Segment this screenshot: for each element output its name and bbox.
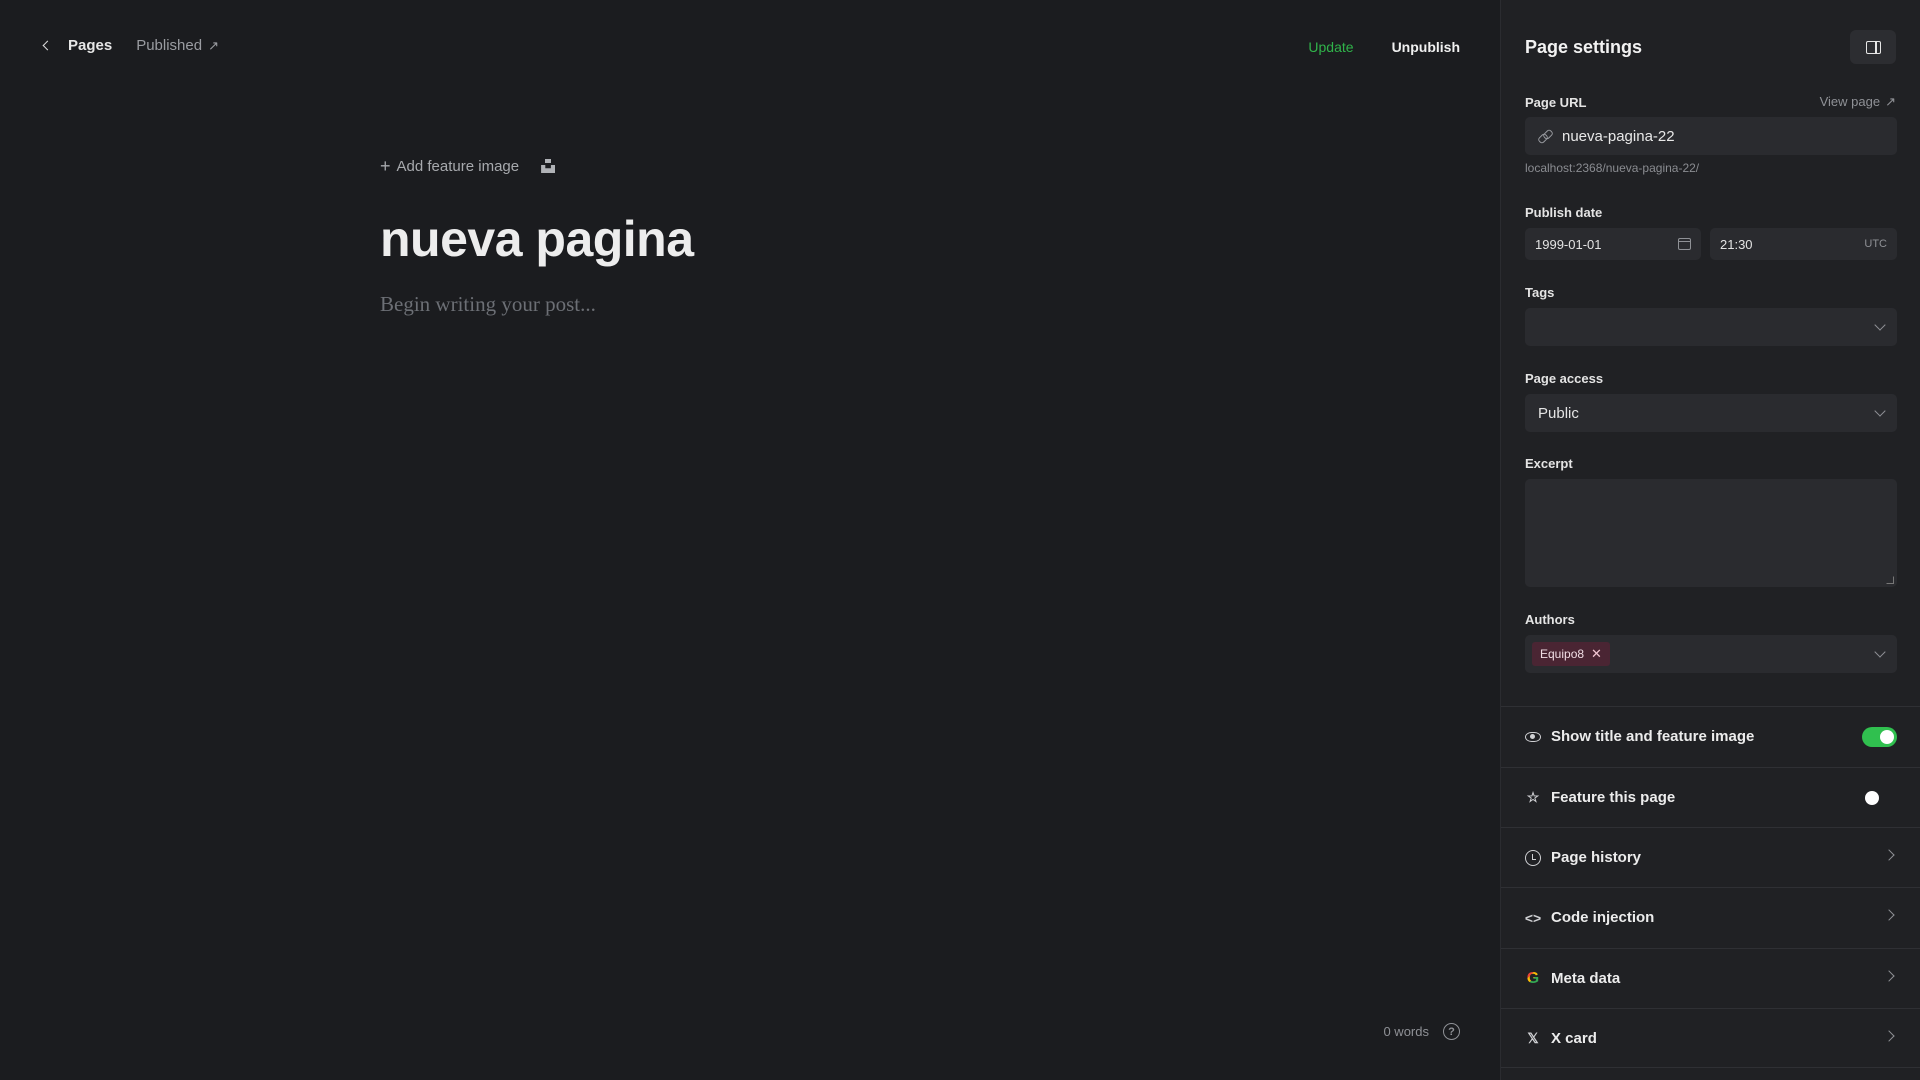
show-title-toggle[interactable] <box>1862 726 1897 747</box>
remove-author-icon[interactable]: ✕ <box>1591 646 1602 662</box>
post-title[interactable]: nueva pagina <box>380 210 694 268</box>
show-title-row: Show title and feature image <box>1501 706 1920 766</box>
chevron-down-icon <box>1874 646 1886 658</box>
external-arrow-icon: ↗ <box>208 37 219 53</box>
excerpt-textarea[interactable] <box>1525 479 1897 587</box>
add-feature-image-label: Add feature image <box>396 157 520 175</box>
help-icon[interactable]: ? <box>1443 1023 1460 1040</box>
publish-time-input[interactable]: 21:30 UTC <box>1710 228 1897 260</box>
view-page-link[interactable]: View page ↗ <box>1820 94 1896 110</box>
view-page-label: View page <box>1819 94 1881 109</box>
tags-label: Tags <box>1525 285 1555 300</box>
chevron-right-icon <box>1883 909 1895 921</box>
chevron-right-icon <box>1883 970 1895 982</box>
page-url-hint: localhost:2368/nueva-pagina-22/ <box>1525 161 1700 175</box>
sidebar-icon <box>1865 40 1881 54</box>
page-url-input[interactable]: nueva-pagina-22 <box>1525 117 1897 155</box>
unsplash-icon[interactable] <box>541 159 555 173</box>
history-icon <box>1525 849 1541 866</box>
settings-panel: Page settings Page URL View page ↗ nueva… <box>1500 0 1920 1080</box>
timezone-label: UTC <box>1864 238 1887 250</box>
chevron-left-icon[interactable] <box>40 39 54 53</box>
authors-label: Authors <box>1525 612 1575 627</box>
feature-page-row: ☆ Feature this page <box>1501 767 1920 827</box>
panel-toggle-button[interactable] <box>1850 30 1896 64</box>
unpublish-button[interactable]: Unpublish <box>1392 39 1460 55</box>
publish-date-value: 1999-01-01 <box>1535 236 1602 252</box>
page-url-label: Page URL <box>1525 95 1587 110</box>
chevron-right-icon <box>1883 1030 1895 1042</box>
publish-date-label: Publish date <box>1525 205 1603 220</box>
link-icon <box>1538 129 1552 143</box>
x-icon: 𝕏 <box>1527 1029 1539 1046</box>
star-icon: ☆ <box>1526 789 1540 805</box>
page-history-row[interactable]: Page history <box>1501 827 1920 887</box>
feature-page-toggle[interactable] <box>1862 788 1897 808</box>
page-history-label: Page history <box>1551 849 1642 866</box>
author-chip: Equipo8 ✕ <box>1532 642 1610 666</box>
x-card-row[interactable]: 𝕏 X card <box>1501 1008 1920 1068</box>
eye-icon <box>1525 729 1541 745</box>
page-access-label: Page access <box>1525 371 1604 386</box>
chevron-down-icon <box>1874 405 1886 417</box>
feature-page-label: Feature this page <box>1551 789 1676 806</box>
plus-icon: + <box>380 156 391 176</box>
breadcrumb: Pages Published ↗ <box>40 37 219 54</box>
chevron-right-icon <box>1883 849 1895 861</box>
calendar-icon[interactable] <box>1678 238 1691 250</box>
resize-handle[interactable] <box>1886 576 1894 584</box>
published-status-link[interactable]: Published ↗ <box>136 37 219 54</box>
status-label: Published <box>136 37 203 54</box>
x-card-label: X card <box>1551 1029 1597 1047</box>
code-injection-row[interactable]: <> Code injection <box>1501 887 1920 947</box>
word-count: 0 words ? <box>1383 1023 1460 1040</box>
add-feature-image-button[interactable]: + Add feature image <box>380 157 519 175</box>
update-button[interactable]: Update <box>1308 39 1353 55</box>
editor-area: Pages Published ↗ Update Unpublish + Add… <box>0 0 1500 1080</box>
meta-data-row[interactable]: G Meta data <box>1501 948 1920 1008</box>
panel-title: Page settings <box>1525 37 1643 57</box>
word-count-label: 0 words <box>1383 1024 1429 1039</box>
chevron-down-icon <box>1874 319 1886 331</box>
back-to-pages-link[interactable]: Pages <box>68 37 112 54</box>
publish-date-input[interactable]: 1999-01-01 <box>1525 228 1701 260</box>
tags-select[interactable] <box>1525 308 1897 346</box>
google-icon: G <box>1526 969 1540 987</box>
publish-time-value: 21:30 <box>1720 236 1753 252</box>
show-title-label: Show title and feature image <box>1551 728 1755 745</box>
meta-data-label: Meta data <box>1551 970 1621 987</box>
page-url-value: nueva-pagina-22 <box>1562 127 1675 145</box>
page-access-value: Public <box>1538 404 1579 422</box>
external-arrow-icon: ↗ <box>1885 94 1896 109</box>
post-body-editor[interactable]: Begin writing your post... <box>380 292 596 317</box>
excerpt-label: Excerpt <box>1525 456 1573 471</box>
authors-select[interactable]: Equipo8 ✕ <box>1525 635 1897 673</box>
page-access-select[interactable]: Public <box>1525 394 1897 432</box>
feature-image-row: + Add feature image <box>380 157 555 175</box>
author-chip-label: Equipo8 <box>1540 647 1585 661</box>
code-icon: <> <box>1524 909 1542 926</box>
code-injection-label: Code injection <box>1551 909 1655 926</box>
editor-actions: Update Unpublish <box>1308 39 1460 55</box>
